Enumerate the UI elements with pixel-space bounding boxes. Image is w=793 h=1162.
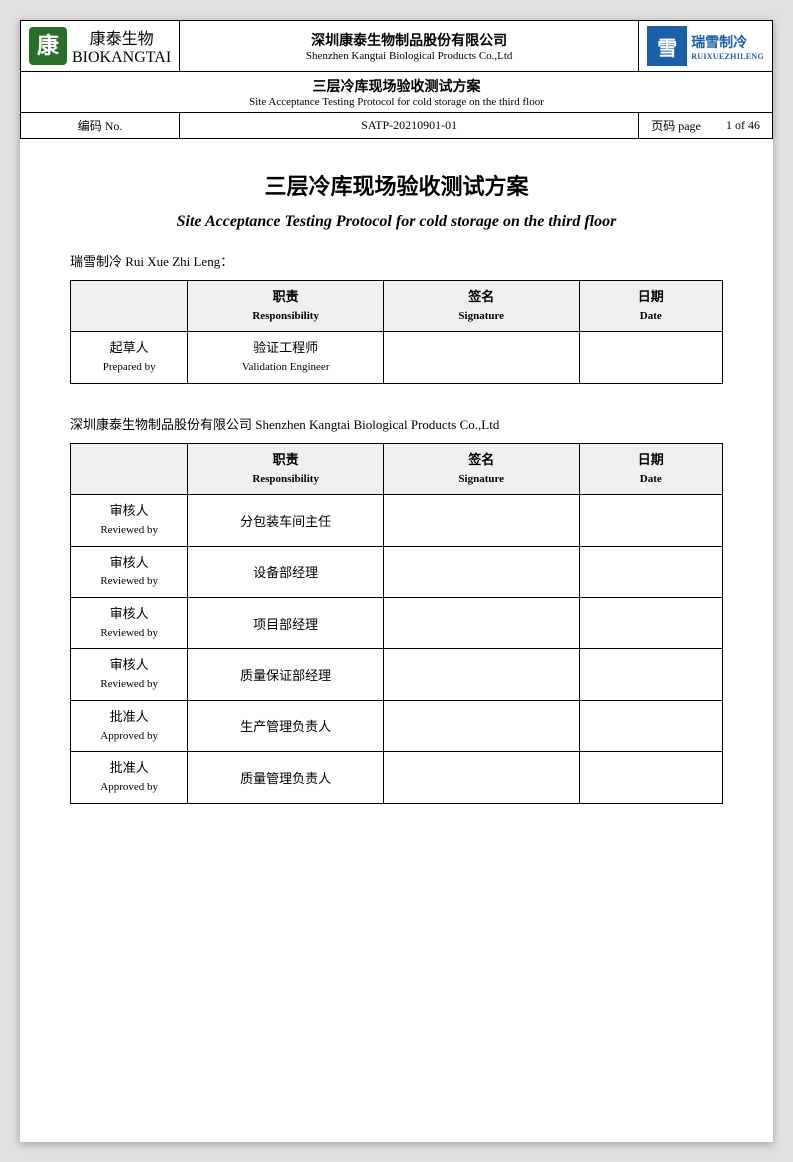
logo-ruixue: 雪 瑞雪制冷 RUIXUEZHILENG [647,26,764,66]
logo-biokangtai-cell: 康 康泰生物 BIOKANGTAI [21,21,180,72]
ruixue-text: 瑞雪制冷 RUIXUEZHILENG [691,32,764,61]
table2-col-sig: 签名 Signature [383,443,579,494]
t2-resp-3: 质量保证部经理 [188,649,384,700]
ruixue-icon: 雪 [647,26,687,66]
company-name-cn: 深圳康泰生物制品股份有限公司 [188,30,630,50]
table1-col-role [71,281,188,332]
role-cn-1: 起草人 [75,338,183,359]
table1-header-row: 职责 Responsibility 签名 Signature 日期 Date [71,281,723,332]
main-content: 三层冷库现场验收测试方案 Site Acceptance Testing Pro… [20,139,773,864]
t2-date-5 [579,752,722,803]
page-value: 1 of 46 [726,118,760,133]
t2-role-5: 批准人 Approved by [71,752,188,803]
sig-cell-1 [383,332,579,383]
doc-no-label: 编码 No. [21,113,180,139]
t2-sig-5 [383,752,579,803]
table2-col-resp: 职责 Responsibility [188,443,384,494]
t2-date-4 [579,700,722,751]
table2-col-date: 日期 Date [579,443,722,494]
t2-sig-1 [383,546,579,597]
table1-sig-en: Signature [388,308,575,326]
table-row: 批准人 Approved by 质量管理负责人 [71,752,723,803]
company-name-en: Shenzhen Kangtai Biological Products Co.… [188,50,630,62]
t2-date-2 [579,597,722,648]
header-table: 康 康泰生物 BIOKANGTAI 深圳康泰生物制品股份有限公司 Shenzhe… [20,20,773,139]
role-cell-1: 起草人 Prepared by [71,332,188,383]
table1-col-date: 日期 Date [579,281,722,332]
doc-title-cn: 三层冷库现场验收测试方案 [29,76,764,96]
t2-resp-0: 分包装车间主任 [188,495,384,546]
document-page: 康 康泰生物 BIOKANGTAI 深圳康泰生物制品股份有限公司 Shenzhe… [20,20,773,1142]
role-en-1: Prepared by [75,359,183,377]
biokangtai-icon: 康 [29,27,67,65]
date-cell-1 [579,332,722,383]
table1-date-en: Date [584,308,718,326]
t2-resp-1: 设备部经理 [188,546,384,597]
table1-resp-en: Responsibility [192,308,379,326]
t2-role-4: 批准人 Approved by [71,700,188,751]
t2-sig-4 [383,700,579,751]
table1-resp-cn: 职责 [192,287,379,308]
doc-title-cell: 三层冷库现场验收测试方案 Site Acceptance Testing Pro… [21,72,773,113]
biokangtai-cn: 康泰生物 [72,25,171,49]
logo-biokangtai: 康 康泰生物 BIOKANGTAI [29,25,171,67]
table-row: 审核人 Reviewed by 质量保证部经理 [71,649,723,700]
table-row: 起草人 Prepared by 验证工程师 Validation Enginee… [71,332,723,383]
ruixue-cn: 瑞雪制冷 [691,32,764,52]
svg-text:康: 康 [37,33,60,58]
t2-date-3 [579,649,722,700]
table-row: 审核人 Reviewed by 项目部经理 [71,597,723,648]
table-row: 审核人 Reviewed by 设备部经理 [71,546,723,597]
t2-resp-2: 项目部经理 [188,597,384,648]
table2-resp-cn: 职责 [192,450,379,471]
main-title-en: Site Acceptance Testing Protocol for col… [70,213,723,231]
table1-col-resp: 职责 Responsibility [188,281,384,332]
resp-cell-1: 验证工程师 Validation Engineer [188,332,384,383]
biokangtai-en: BIOKANGTAI [72,49,171,67]
header-doc-info: 深圳康泰生物制品股份有限公司 Shenzhen Kangtai Biologic… [180,21,639,72]
t2-sig-0 [383,495,579,546]
signature-table-2: 职责 Responsibility 签名 Signature 日期 Date [70,443,723,804]
table-row: 批准人 Approved by 生产管理负责人 [71,700,723,751]
biokangtai-text: 康泰生物 BIOKANGTAI [72,25,171,67]
table2-date-en: Date [584,471,718,489]
company1-label: 瑞雪制冷 Rui Xue Zhi Leng： [70,251,723,270]
table2-sig-en: Signature [388,471,575,489]
main-title-cn: 三层冷库现场验收测试方案 [70,169,723,201]
company2-label: 深圳康泰生物制品股份有限公司 Shenzhen Kangtai Biologic… [70,414,723,433]
table2-date-cn: 日期 [584,450,718,471]
t2-role-3: 审核人 Reviewed by [71,649,188,700]
signature-table-1: 职责 Responsibility 签名 Signature 日期 Date [70,280,723,384]
ruixue-en: RUIXUEZHILENG [691,52,764,61]
t2-resp-5: 质量管理负责人 [188,752,384,803]
doc-title-en: Site Acceptance Testing Protocol for col… [29,96,764,108]
table1-col-sig: 签名 Signature [383,281,579,332]
t2-sig-2 [383,597,579,648]
t2-sig-3 [383,649,579,700]
t2-date-1 [579,546,722,597]
resp-cn-1: 验证工程师 [192,338,379,359]
table2-col-role [71,443,188,494]
table2-sig-cn: 签名 [388,450,575,471]
table-row: 审核人 Reviewed by 分包装车间主任 [71,495,723,546]
table1-date-cn: 日期 [584,287,718,308]
doc-no-value: SATP-20210901-01 [180,113,639,139]
t2-role-2: 审核人 Reviewed by [71,597,188,648]
t2-resp-4: 生产管理负责人 [188,700,384,751]
t2-role-1: 审核人 Reviewed by [71,546,188,597]
t2-date-0 [579,495,722,546]
page-label: 页码 page [651,117,701,134]
page-cell: 页码 page 1 of 46 [639,113,772,138]
table2-header-row: 职责 Responsibility 签名 Signature 日期 Date [71,443,723,494]
t2-role-0: 审核人 Reviewed by [71,495,188,546]
table1-sig-cn: 签名 [388,287,575,308]
resp-en-1: Validation Engineer [192,359,379,377]
table2-resp-en: Responsibility [192,471,379,489]
logo-ruixue-cell: 雪 瑞雪制冷 RUIXUEZHILENG [639,21,773,72]
